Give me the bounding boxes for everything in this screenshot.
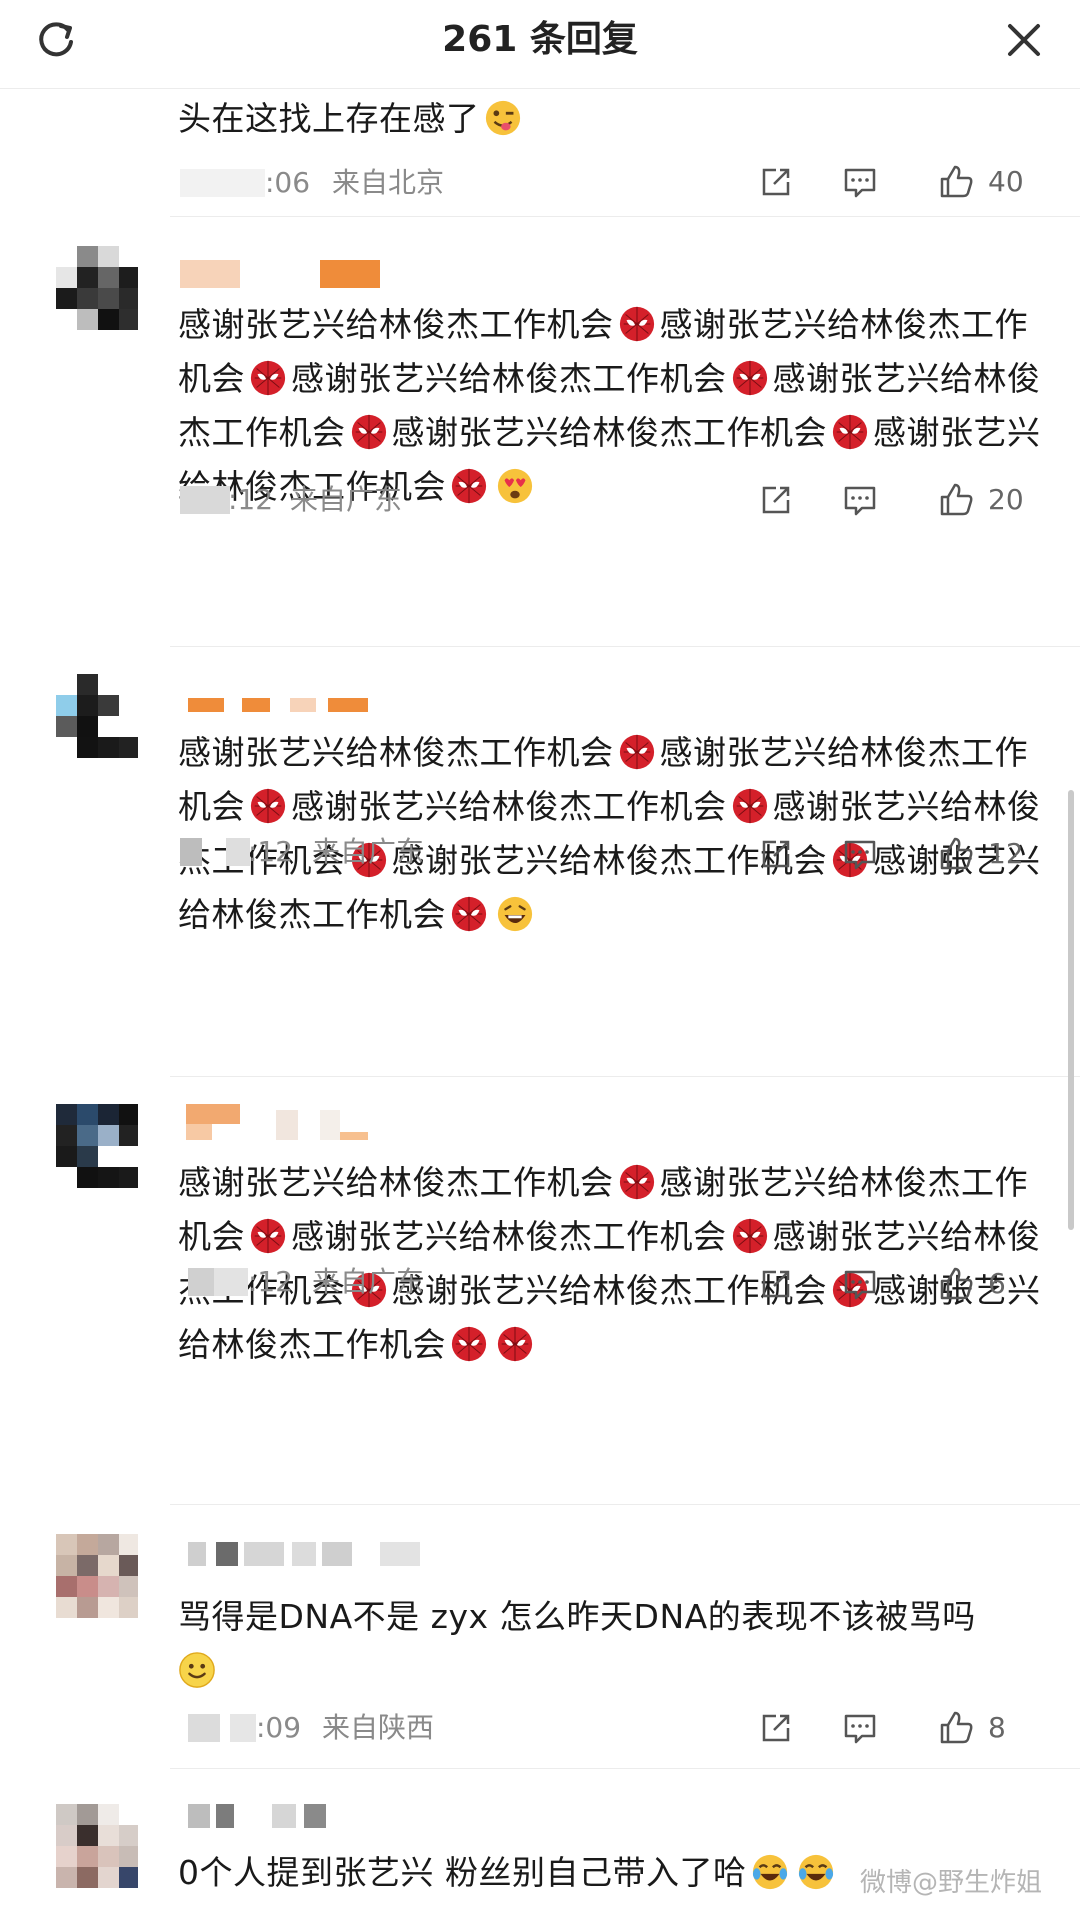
username-blurred[interactable] (180, 690, 400, 720)
comment-time: :09 (256, 1711, 302, 1744)
comment-time: :06 (265, 166, 311, 199)
comment-icon[interactable] (840, 1708, 880, 1748)
share-icon[interactable] (756, 162, 796, 202)
close-icon[interactable] (1002, 18, 1046, 62)
avatar[interactable] (56, 246, 138, 330)
comment-divider (170, 1504, 1080, 1505)
comment-text: 头在这找上存在感了 (178, 99, 480, 138)
comment-actions: 12 (756, 832, 1056, 876)
comment-item: 感谢张艺兴给林俊杰工作机会 感谢张艺兴给林俊杰工作机会 感谢张艺兴给林俊杰工作机会感… (0, 1078, 1080, 1506)
comment-text: 感谢张艺兴给林俊杰工作机会 (178, 733, 614, 772)
comment-text: 感谢张艺兴给林俊杰工作机会 (291, 359, 727, 398)
avatar[interactable] (56, 1104, 138, 1188)
share-icon[interactable] (756, 834, 796, 874)
spider-mask-emoji-icon (619, 1164, 654, 1200)
like-count: 6 (988, 1267, 1006, 1300)
comment-location: 来自陕西 (322, 1711, 435, 1744)
spider-mask-emoji-icon (250, 1218, 286, 1254)
comment-icon[interactable] (840, 162, 880, 202)
spider-mask-emoji-icon (451, 896, 487, 932)
comment-icon[interactable] (840, 480, 880, 520)
comment-item: 感谢张艺兴给林俊杰工作机会 感谢张艺兴给林俊杰工作机会 感谢张艺兴给林俊杰工作机会感… (0, 218, 1080, 648)
comment-text: 感谢张艺兴给林俊杰工作机会 (291, 1217, 727, 1256)
share-icon[interactable] (756, 1264, 796, 1304)
comment-location: 来自广东 (290, 483, 403, 516)
thumbs-up-icon[interactable] (936, 834, 976, 874)
comment-body: 骂得是DNA不是 zyx 怎么昨天DNA的表现不该被骂吗 (178, 1590, 1058, 1698)
username-blurred[interactable] (180, 1802, 440, 1832)
comment-text: 感谢张艺兴给林俊杰工作机会 (178, 305, 614, 344)
comment-text: 感谢张艺兴给林俊杰工作机会 (391, 413, 827, 452)
avatar[interactable] (56, 1804, 138, 1888)
scrollbar[interactable] (1068, 790, 1074, 1230)
comment-item: 头在这找上存在感了 :06 来自北京 40 (0, 88, 1080, 218)
spider-mask-emoji-icon (732, 360, 767, 396)
comment-text: 感谢张艺兴给林俊杰工作机会 (291, 787, 727, 826)
spider-mask-emoji-icon (619, 306, 654, 342)
tears-of-joy-emoji-icon (752, 1854, 787, 1890)
like-count: 20 (988, 483, 1024, 516)
comment-time: :12 (228, 483, 274, 516)
comment-actions: 20 (756, 478, 1056, 522)
comment-time: :12 (248, 1265, 294, 1298)
smile-emoji-icon (179, 1652, 215, 1688)
share-icon[interactable] (756, 1708, 796, 1748)
like-count: 8 (988, 1711, 1006, 1744)
avatar[interactable] (56, 1534, 138, 1618)
spider-mask-emoji-icon (832, 414, 868, 450)
share-icon[interactable] (756, 480, 796, 520)
laughing-emoji-icon (497, 896, 533, 932)
like-count: 40 (988, 165, 1024, 198)
avatar[interactable] (56, 674, 138, 758)
page-title: 261 条回复 (442, 19, 638, 60)
username-blurred[interactable] (180, 1104, 400, 1140)
spider-mask-emoji-icon (619, 734, 654, 770)
comment-divider (170, 1076, 1080, 1077)
comment-icon[interactable] (840, 1264, 880, 1304)
thumbs-up-icon[interactable] (936, 162, 976, 202)
comment-location: 来自广东 (312, 835, 425, 868)
thumbs-up-icon[interactable] (936, 1708, 976, 1748)
spider-mask-emoji-icon (497, 1326, 533, 1362)
spider-mask-emoji-icon (351, 414, 386, 450)
comment-item: 骂得是DNA不是 zyx 怎么昨天DNA的表现不该被骂吗 :09 来自陕西 8 (0, 1506, 1080, 1769)
username-blurred[interactable] (180, 1540, 440, 1570)
comment-text: 0个人提到张艺兴 粉丝别自己带入了哈 (178, 1853, 747, 1892)
spider-mask-emoji-icon (250, 788, 286, 824)
reply-header: 261 条回复 (0, 0, 1080, 89)
comment-item: 感谢张艺兴给林俊杰工作机会 感谢张艺兴给林俊杰工作机会 感谢张艺兴给林俊杰工作机会感… (0, 648, 1080, 1078)
comment-actions: 6 (756, 1262, 1056, 1306)
comment-location: 来自北京 (332, 166, 445, 199)
thumbs-up-icon[interactable] (936, 1264, 976, 1304)
comment-divider (170, 216, 1080, 217)
comment-body: 头在这找上存在感了 (178, 92, 1058, 146)
comment-text: 感谢张艺兴给林俊杰工作机会 (178, 1163, 614, 1202)
comment-time: :12 (248, 835, 294, 868)
comment-actions: 40 (756, 160, 1056, 204)
comment-divider (170, 646, 1080, 647)
comment-icon[interactable] (840, 834, 880, 874)
tongue-emoji-icon (485, 100, 520, 136)
username-blurred[interactable] (180, 260, 400, 290)
spider-mask-emoji-icon (732, 788, 767, 824)
thumbs-up-icon[interactable] (936, 480, 976, 520)
comment-location: 来自广东 (312, 1265, 425, 1298)
spider-mask-emoji-icon (451, 1326, 487, 1362)
like-count: 12 (988, 837, 1024, 870)
comment-actions: 8 (756, 1706, 1056, 1750)
spider-mask-emoji-icon (250, 360, 286, 396)
watermark: 微博@野生炸姐 (860, 1868, 1043, 1898)
spider-mask-emoji-icon (732, 1218, 767, 1254)
tears-of-joy-emoji-icon (798, 1854, 833, 1890)
comment-text: 骂得是DNA不是 zyx 怎么昨天DNA的表现不该被骂吗 (178, 1597, 976, 1636)
